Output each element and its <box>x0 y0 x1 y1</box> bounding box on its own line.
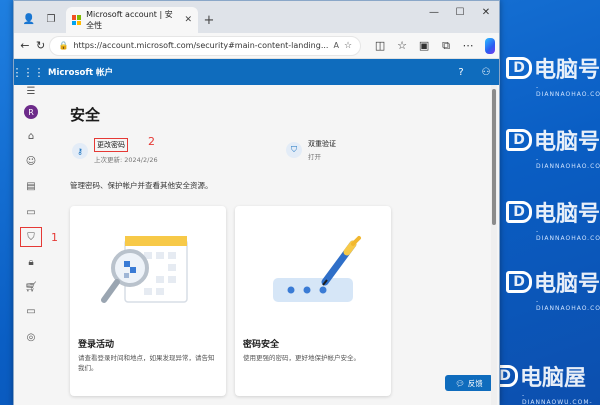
close-tab-icon[interactable]: ✕ <box>184 15 192 25</box>
two-step-label[interactable]: 双重验证 <box>308 139 336 149</box>
watermark: D电脑号 -DIANNAOHAO.COM- <box>506 266 600 312</box>
workspaces-icon[interactable]: ❐ <box>40 5 62 33</box>
favorite-icon[interactable]: ☆ <box>344 41 352 51</box>
security-main: 安全 ⚷ 更改密码 上次更新: 2024/2/26 2 ⛉ 双重验证 打开 管理… <box>48 85 493 405</box>
browser-window: 👤 ❐ Microsoft account | 安全性 ✕ + — ☐ ✕ ← … <box>12 0 500 405</box>
copilot-icon[interactable] <box>485 37 496 54</box>
payment-icon[interactable]: ▭ <box>20 301 42 321</box>
device-icon[interactable]: ▭ <box>20 202 42 222</box>
browser-tab[interactable]: Microsoft account | 安全性 ✕ <box>66 7 198 33</box>
close-window-button[interactable]: ✕ <box>473 1 499 23</box>
feedback-label: 反馈 <box>467 378 483 388</box>
home-icon[interactable]: ⌂ <box>20 126 42 146</box>
password-pen-illustration <box>273 236 361 302</box>
profile-icon[interactable]: 👤 <box>18 5 40 33</box>
cart-icon[interactable]: 🛒︎ <box>20 277 42 297</box>
app-launcher-icon[interactable]: ⋮⋮⋮ <box>12 66 45 79</box>
card-title: 登录活动 <box>78 340 115 350</box>
lock-icon[interactable]: 🔒 <box>58 41 68 50</box>
read-aloud-icon[interactable]: A <box>333 41 338 50</box>
change-password-link[interactable]: ⚷ 更改密码 上次更新: 2024/2/26 <box>72 138 158 164</box>
password-last-updated: 上次更新: 2024/2/26 <box>94 156 158 164</box>
favorites-icon[interactable]: ☆ <box>391 36 413 56</box>
user-icon[interactable]: ⚇ <box>473 67 499 78</box>
avatar[interactable]: R <box>20 102 42 122</box>
url-text[interactable]: https://account.microsoft.com/security#m… <box>73 41 328 50</box>
new-tab-button[interactable]: + <box>198 7 220 33</box>
watermark: D电脑号 -DIANNAOHAO.COM- <box>506 124 600 170</box>
change-password-label[interactable]: 更改密码 <box>94 138 128 152</box>
collections-icon[interactable]: ▣ <box>413 36 435 56</box>
card-info-icon[interactable]: ▤ <box>20 176 42 196</box>
two-step-status: 打开 <box>308 153 321 161</box>
tab-bar: 👤 ❐ Microsoft account | 安全性 ✕ + — ☐ ✕ <box>14 1 499 33</box>
address-bar[interactable]: 🔒 https://account.microsoft.com/security… <box>49 35 362 56</box>
location-icon[interactable]: ◎ <box>20 327 42 347</box>
sign-in-activity-card[interactable]: 登录活动 请查看登录时间和地点，如果发现异常，请告知我们。 <box>70 206 226 396</box>
feedback-button[interactable]: 💬︎ 反馈 <box>445 375 493 391</box>
shield-people-icon: ⛉ <box>286 142 302 158</box>
watermark: D电脑号 -DIANNAOHAO.COM- <box>506 196 600 242</box>
help-icon[interactable]: ? <box>449 67 473 78</box>
more-icon[interactable]: ⋯ <box>457 36 479 56</box>
back-icon[interactable]: ← <box>18 36 32 56</box>
scrollbar-thumb[interactable] <box>492 89 496 225</box>
page-content: ☰ R ⌂ ☺ ▤ ▭ ⛉ 🔒︎ 🛒︎ ▭ ◎ 1 安全 ⚷ 更改密码 上次更新… <box>14 85 499 405</box>
sidebar: ☰ R ⌂ ☺ ▤ ▭ ⛉ 🔒︎ 🛒︎ ▭ ◎ <box>14 85 48 405</box>
minimize-button[interactable]: — <box>421 1 447 23</box>
menu-icon[interactable]: ☰ <box>20 81 42 101</box>
person-icon[interactable]: ☺ <box>20 151 42 171</box>
page-description: 管理密码、保护帐户并查看其他安全资源。 <box>70 181 213 190</box>
card-description: 请查看登录时间和地点，如果发现异常，请告知我们。 <box>78 354 215 372</box>
tab-title: Microsoft account | 安全性 <box>86 10 173 30</box>
lock-icon[interactable]: 🔒︎ <box>20 252 42 272</box>
key-icon: ⚷ <box>72 143 88 159</box>
extensions-icon[interactable]: ⧉ <box>435 36 457 56</box>
annotation-2: 2 <box>148 135 155 148</box>
brand-title[interactable]: Microsoft 帐户 <box>48 66 113 78</box>
ms-account-header: ⋮⋮⋮ Microsoft 帐户 ? ⚇ <box>12 59 499 85</box>
page-title: 安全 <box>70 106 101 124</box>
refresh-icon[interactable]: ↻ <box>34 36 48 56</box>
address-bar-row: ← ↻ 🔒 https://account.microsoft.com/secu… <box>14 33 499 59</box>
shield-icon[interactable]: ⛉ <box>20 227 42 247</box>
watermark: D电脑号 -DIANNAOHAO.COM- <box>506 52 600 98</box>
watermark-bottom: D 电脑屋 -DIANNAOWU.COM- <box>492 360 592 405</box>
chat-icon: 💬︎ <box>455 378 465 388</box>
split-screen-icon[interactable]: ◫ <box>369 36 391 56</box>
scrollbar[interactable] <box>491 85 497 405</box>
password-security-card[interactable]: 密码安全 使用更强的密码，更好地保护帐户安全。 <box>235 206 391 396</box>
maximize-button[interactable]: ☐ <box>447 1 473 23</box>
microsoft-logo-icon <box>72 15 82 25</box>
card-description: 使用更强的密码，更好地保护帐户安全。 <box>243 354 360 362</box>
calendar-magnifier-illustration <box>101 236 188 303</box>
card-title: 密码安全 <box>243 340 280 350</box>
two-step-verification-link[interactable]: ⛉ 双重验证 打开 <box>286 139 336 161</box>
